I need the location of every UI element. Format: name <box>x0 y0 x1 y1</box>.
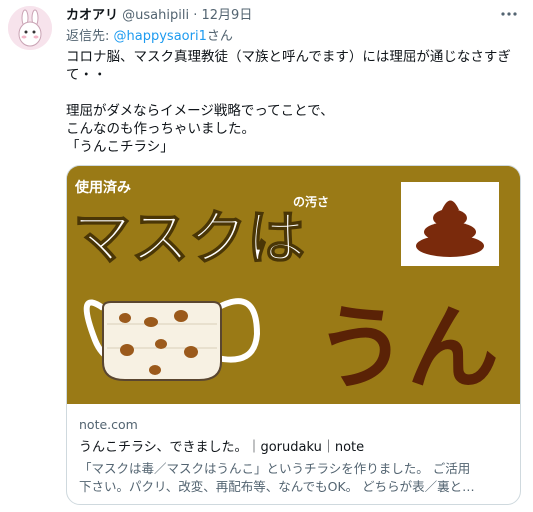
card-description-line: 下さい。パクリ、改変、再配布等、なんでもOK。 どちらが表／裏と… <box>79 479 475 494</box>
flyer-illustration: 使用済み マスクは の汚さ うん <box>67 166 520 404</box>
author-handle[interactable]: @usahipili <box>122 8 189 23</box>
card-image[interactable]: 使用済み マスクは の汚さ うん <box>67 166 520 404</box>
avatar-rabbit-icon <box>8 6 52 50</box>
tweet-header: カオアリ @usahipili · 12月9日 <box>66 4 493 24</box>
author-name[interactable]: カオアリ <box>66 8 118 23</box>
card-title[interactable]: うんこチラシ、できました。｜gorudaku｜note <box>79 438 508 458</box>
flyer-main-text: マスクは <box>73 204 305 272</box>
tweet-text-line <box>66 84 506 102</box>
reply-prefix: 返信先: <box>66 29 114 44</box>
header-separator: · <box>193 8 198 23</box>
reply-context: 返信先: @happysaori1さん <box>66 25 233 44</box>
tweet-text-line: 「うんこチラシ」 <box>66 139 174 155</box>
reply-suffix: さん <box>206 29 233 44</box>
corner-label: 使用済み <box>74 179 131 196</box>
flyer-small-text: の汚さ <box>293 194 329 209</box>
tweet-text-line: コロナ脳、マスク真理教徒（マ族と呼んでます）には理屈が通じなさすぎ <box>66 49 511 65</box>
more-options-button[interactable] <box>499 6 519 22</box>
tweet-text: コロナ脳、マスク真理教徒（マ族と呼んでます）には理屈が通じなさすぎ て・・ 理屈… <box>66 48 511 156</box>
flyer-big-text: うん <box>315 295 499 402</box>
ellipsis-icon <box>501 12 517 16</box>
reply-to-link[interactable]: @happysaori1 <box>114 29 207 44</box>
card-description: 「マスクは毒／マスクはうんこ」というチラシを作りました。 ご活用 下さい。パクリ… <box>79 460 508 496</box>
card-domain: note.com <box>79 417 138 432</box>
tweet-text-line: こんなのも作っちゃいました。 <box>66 121 255 137</box>
avatar[interactable] <box>8 6 52 50</box>
card-body: note.com うんこチラシ、できました。｜gorudaku｜note 「マス… <box>79 416 508 496</box>
tweet-text-line: 理屈がダメならイメージ戦略でってことで、 <box>66 103 334 119</box>
link-card[interactable]: 使用済み マスクは の汚さ うん note.com うんこチラシ、できました。｜… <box>66 165 521 505</box>
tweet-date[interactable]: 12月9日 <box>202 8 253 23</box>
card-description-line: 「マスクは毒／マスクはうんこ」というチラシを作りました。 ご活用 <box>79 461 471 476</box>
tweet-text-line: て・・ <box>66 67 107 83</box>
